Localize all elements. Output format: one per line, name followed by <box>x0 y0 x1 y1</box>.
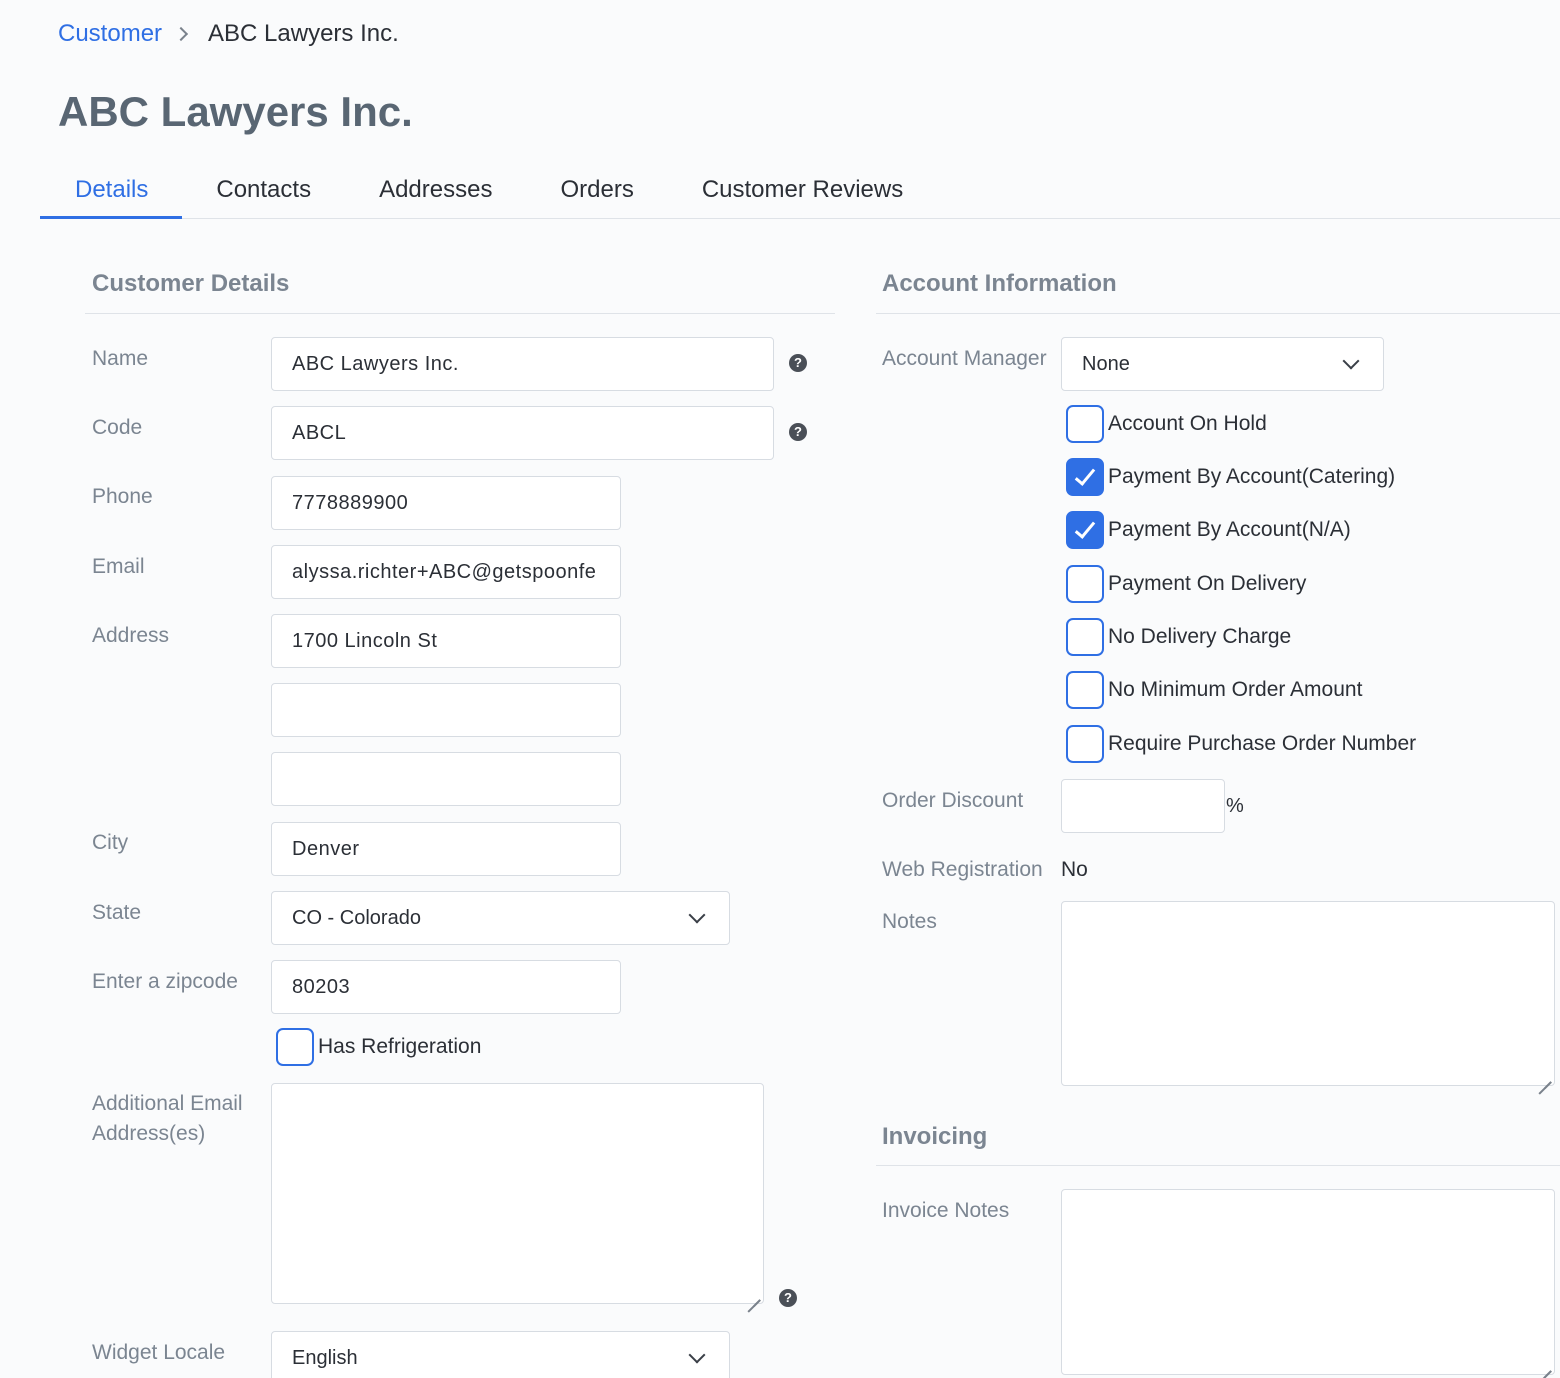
name-label: Name <box>92 347 149 370</box>
invoicing-heading: Invoicing <box>882 1123 988 1150</box>
no-delivery-charge-label: No Delivery Charge <box>1108 625 1292 648</box>
state-select-value: CO - Colorado <box>292 906 421 929</box>
account-on-hold-label: Account On Hold <box>1108 412 1267 435</box>
invoice-notes-textarea[interactable] <box>1061 1189 1555 1375</box>
code-input[interactable] <box>271 406 774 460</box>
section-divider <box>876 1165 1560 1166</box>
tab-contacts[interactable]: Contacts <box>182 168 345 219</box>
payment-by-account-catering-checkbox[interactable] <box>1066 458 1104 496</box>
section-divider <box>85 313 835 314</box>
additional-email-label-line1: Additional Email <box>92 1092 243 1115</box>
widget-locale-value: English <box>292 1346 358 1369</box>
question-circle-icon[interactable]: ? <box>779 1289 797 1307</box>
email-label: Email <box>92 555 145 578</box>
web-registration-label: Web Registration <box>882 858 1043 881</box>
phone-input[interactable] <box>271 476 621 530</box>
no-minimum-order-amount-label: No Minimum Order Amount <box>1108 678 1363 701</box>
payment-by-account-na-label: Payment By Account(N/A) <box>1108 518 1351 541</box>
notes-label: Notes <box>882 910 937 933</box>
payment-by-account-catering-label: Payment By Account(Catering) <box>1108 465 1396 488</box>
resize-grip-icon[interactable] <box>746 1286 760 1300</box>
name-input[interactable] <box>271 337 774 391</box>
additional-email-textarea[interactable] <box>271 1083 764 1304</box>
section-divider <box>876 313 1560 314</box>
tab-addresses[interactable]: Addresses <box>345 168 526 219</box>
address-line3-input[interactable] <box>271 752 621 806</box>
account-manager-select[interactable]: None <box>1061 337 1384 391</box>
zipcode-input[interactable] <box>271 960 621 1014</box>
address-line1-input[interactable] <box>271 614 621 668</box>
question-circle-icon[interactable]: ? <box>789 423 807 441</box>
payment-on-delivery-label: Payment On Delivery <box>1108 572 1307 595</box>
address-label: Address <box>92 624 170 647</box>
payment-on-delivery-row[interactable]: Payment On Delivery <box>1066 565 1306 603</box>
account-manager-value: None <box>1082 352 1130 375</box>
question-circle-icon[interactable]: ? <box>789 354 807 372</box>
invoice-notes-label: Invoice Notes <box>882 1199 1010 1222</box>
resize-grip-icon[interactable] <box>1537 1357 1551 1371</box>
account-information-heading: Account Information <box>882 270 1117 297</box>
page-title: ABC Lawyers Inc. <box>58 88 413 135</box>
has-refrigeration-label: Has Refrigeration <box>318 1035 482 1058</box>
checkmark-icon <box>1074 464 1096 486</box>
checkmark-icon <box>1074 517 1096 539</box>
require-po-number-label: Require Purchase Order Number <box>1108 732 1417 755</box>
widget-locale-select[interactable]: English <box>271 1331 730 1378</box>
percent-unit: % <box>1226 795 1244 817</box>
order-discount-label: Order Discount <box>882 789 1024 812</box>
order-discount-input[interactable] <box>1061 779 1225 833</box>
tab-customer-reviews[interactable]: Customer Reviews <box>668 168 937 219</box>
has-refrigeration-checkbox-row[interactable]: Has Refrigeration <box>276 1028 481 1066</box>
state-label: State <box>92 901 142 924</box>
additional-email-label-line2: Address(es) <box>92 1122 206 1145</box>
phone-label: Phone <box>92 485 153 508</box>
customer-details-page: Customer ABC Lawyers Inc. ABC Lawyers In… <box>0 0 1560 1378</box>
payment-by-account-catering-row[interactable]: Payment By Account(Catering) <box>1066 458 1395 496</box>
widget-locale-label: Widget Locale <box>92 1341 226 1364</box>
account-on-hold-checkbox[interactable] <box>1066 405 1104 443</box>
has-refrigeration-checkbox[interactable] <box>276 1028 314 1066</box>
code-label: Code <box>92 416 143 439</box>
payment-on-delivery-checkbox[interactable] <box>1066 565 1104 603</box>
no-minimum-order-amount-row[interactable]: No Minimum Order Amount <box>1066 671 1362 709</box>
account-manager-label: Account Manager <box>882 347 1047 370</box>
tab-bar: Details Contacts Addresses Orders Custom… <box>40 168 1560 219</box>
tab-details[interactable]: Details <box>40 168 183 219</box>
account-on-hold-row[interactable]: Account On Hold <box>1066 405 1267 443</box>
state-select[interactable]: CO - Colorado <box>271 891 730 945</box>
no-minimum-order-amount-checkbox[interactable] <box>1066 671 1104 709</box>
chevron-down-icon <box>688 1346 706 1363</box>
additional-email-label: Additional Email Address(es) <box>92 1089 243 1149</box>
payment-by-account-na-checkbox[interactable] <box>1066 511 1104 549</box>
chevron-down-icon <box>688 906 706 923</box>
customer-details-heading: Customer Details <box>92 270 290 297</box>
breadcrumb-current: ABC Lawyers Inc. <box>208 20 399 47</box>
no-delivery-charge-checkbox[interactable] <box>1066 618 1104 656</box>
breadcrumb-customer-link[interactable]: Customer <box>58 20 162 48</box>
notes-textarea[interactable] <box>1061 901 1555 1086</box>
no-delivery-charge-row[interactable]: No Delivery Charge <box>1066 618 1291 656</box>
web-registration-value: No <box>1061 858 1088 881</box>
chevron-down-icon <box>1342 352 1360 369</box>
resize-grip-icon[interactable] <box>1537 1068 1551 1082</box>
address-line2-input[interactable] <box>271 683 621 737</box>
require-po-number-row[interactable]: Require Purchase Order Number <box>1066 725 1416 763</box>
email-input[interactable] <box>271 545 621 599</box>
chevron-right-icon <box>176 22 188 46</box>
zipcode-label: Enter a zipcode <box>92 970 238 993</box>
city-input[interactable] <box>271 822 621 876</box>
tab-orders[interactable]: Orders <box>526 168 667 219</box>
require-po-number-checkbox[interactable] <box>1066 725 1104 763</box>
city-label: City <box>92 831 129 854</box>
payment-by-account-na-row[interactable]: Payment By Account(N/A) <box>1066 511 1351 549</box>
breadcrumb: Customer ABC Lawyers Inc. <box>58 20 399 48</box>
